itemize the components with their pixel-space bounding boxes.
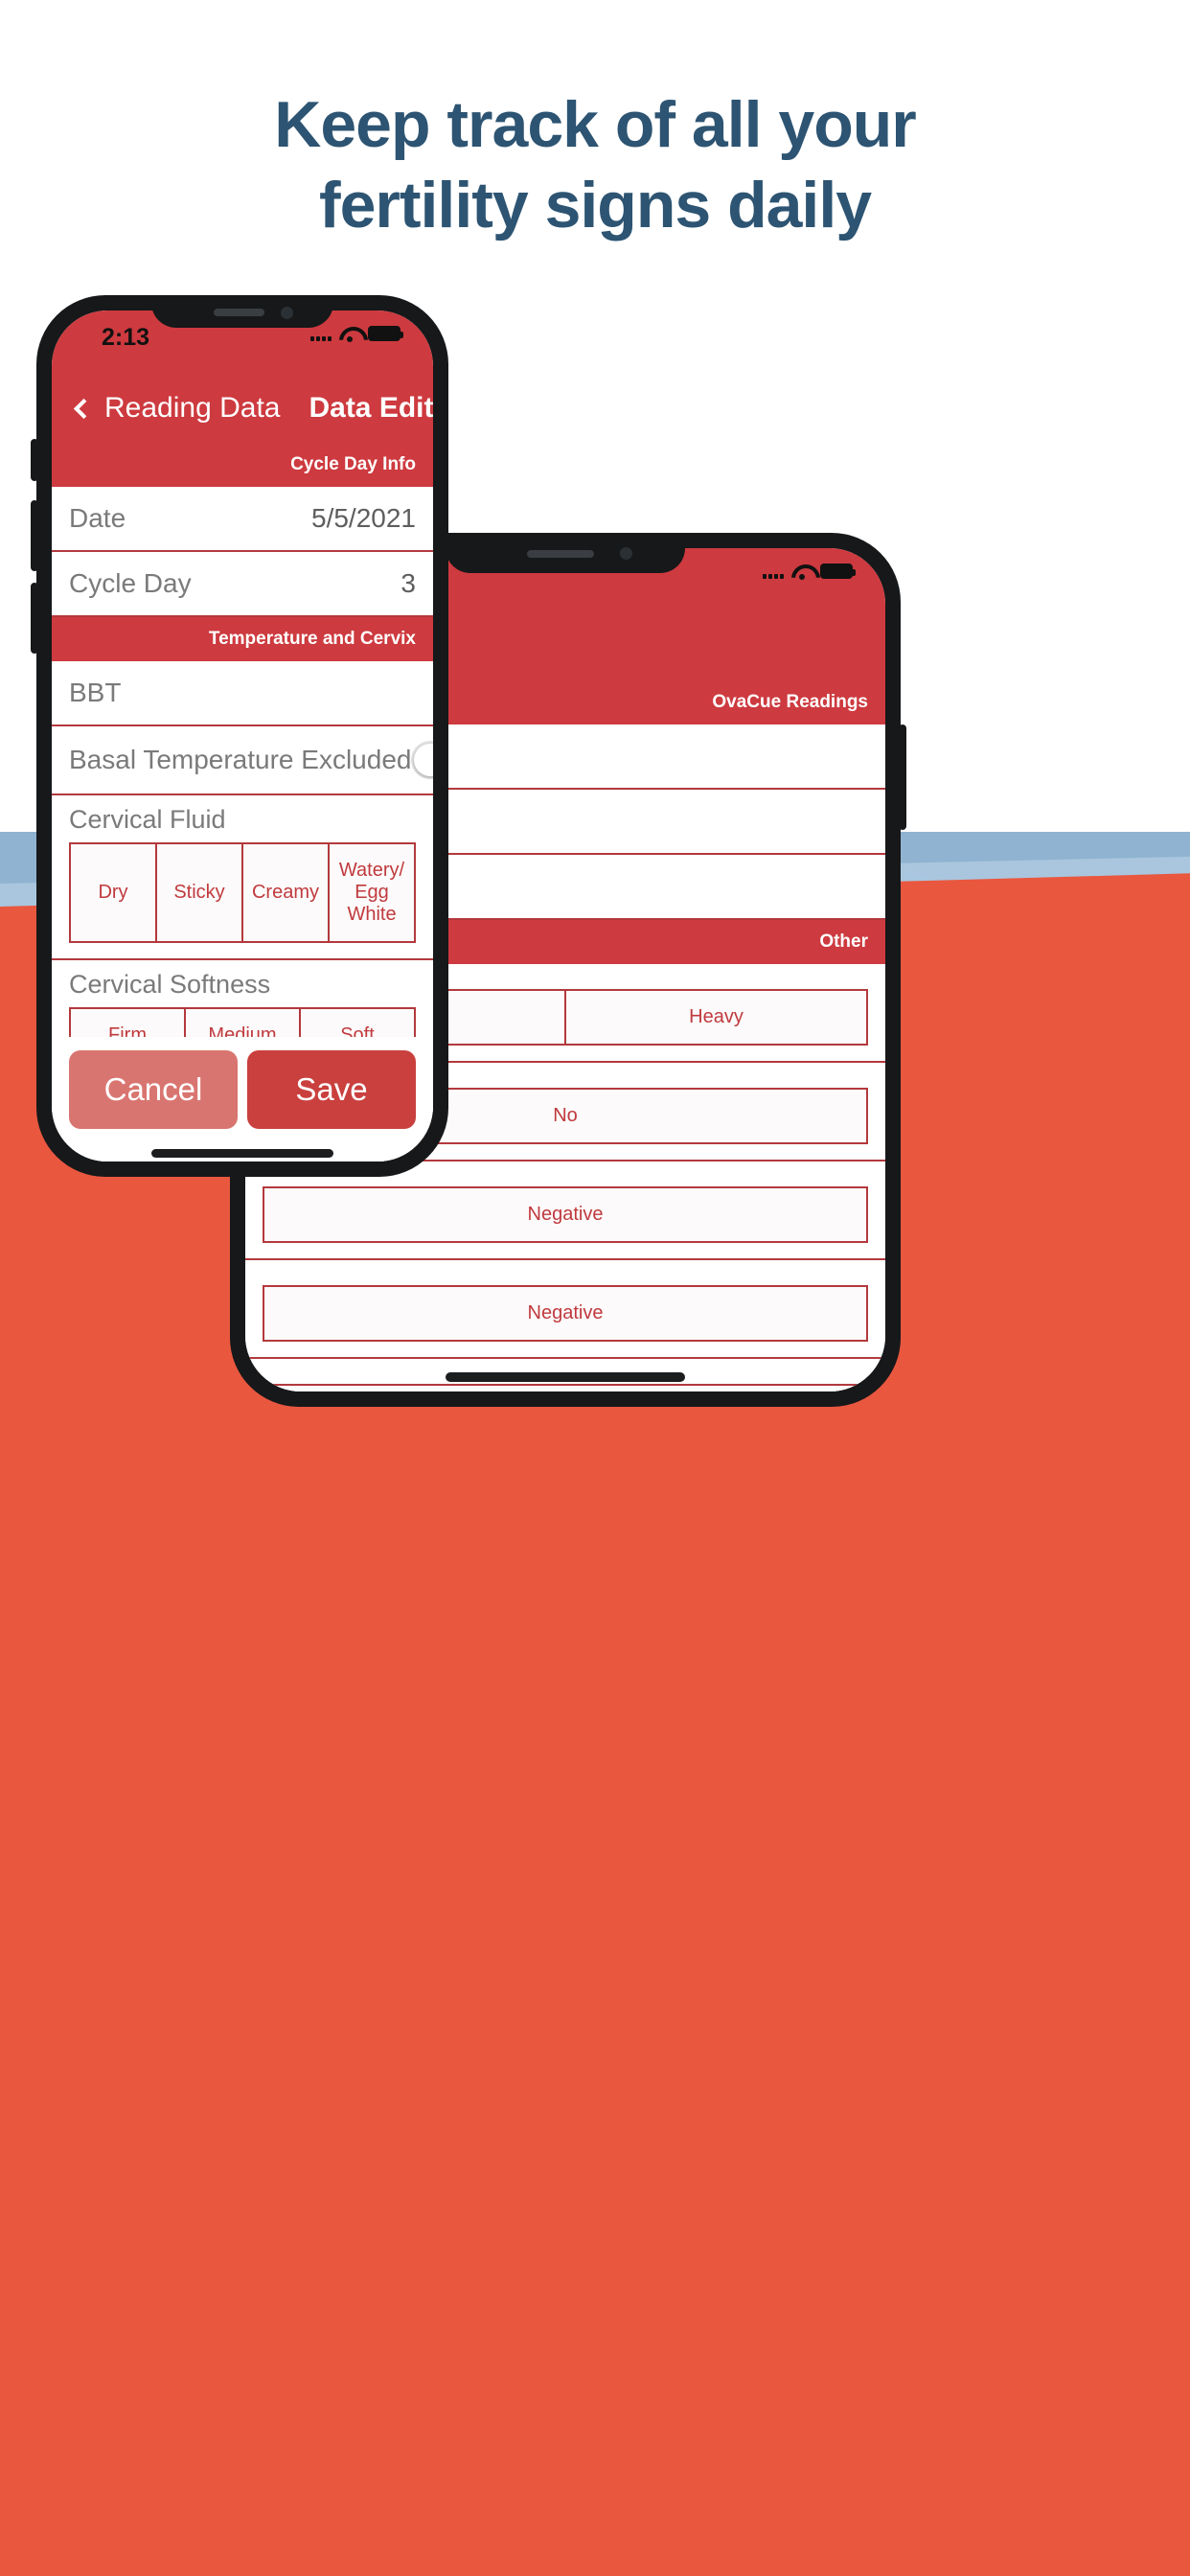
back-phone-home-indicator[interactable] bbox=[446, 1372, 685, 1382]
row-date-label: Date bbox=[69, 503, 126, 533]
back-phone-power-button[interactable] bbox=[899, 724, 906, 830]
headline-line-1: Keep track of all your bbox=[274, 88, 917, 161]
front-phone-home-indicator[interactable] bbox=[151, 1149, 333, 1158]
marketing-screenshot: Keep track of all your fertility signs d… bbox=[0, 0, 1190, 2576]
row-basal-temp-excluded-label: Basal Temperature Excluded bbox=[69, 745, 412, 774]
wifi-icon bbox=[339, 326, 360, 342]
wifi-icon bbox=[791, 564, 812, 580]
front-phone-volume-down[interactable] bbox=[31, 583, 38, 654]
seg-option-dry[interactable]: Dry bbox=[71, 844, 157, 941]
back-segment-3[interactable]: Negative bbox=[263, 1186, 868, 1243]
row-date[interactable]: Date 5/5/2021 bbox=[52, 487, 433, 552]
row-bbt-label: BBT bbox=[69, 678, 122, 707]
front-phone-screen: 2:13 Reading Data Data Edit Cycle Day In… bbox=[52, 310, 433, 1162]
signal-icon bbox=[763, 564, 784, 579]
row-cycle-day-value: 3 bbox=[400, 568, 416, 598]
back-segment-5[interactable]: No bbox=[263, 1384, 868, 1392]
back-group-4: Negative bbox=[245, 1260, 885, 1359]
front-phone-mute-switch[interactable] bbox=[31, 439, 38, 481]
cancel-button[interactable]: Cancel bbox=[69, 1050, 238, 1129]
group-cervical-softness-label: Cervical Softness bbox=[69, 970, 271, 999]
back-button-label[interactable]: Reading Data bbox=[104, 392, 280, 425]
row-basal-temp-excluded[interactable]: Basal Temperature Excluded bbox=[52, 726, 433, 795]
section-header-cycle-day-info: Cycle Day Info bbox=[52, 443, 433, 487]
front-phone-notch bbox=[151, 295, 333, 328]
seg-option-watery-egg-white[interactable]: Watery/ Egg White bbox=[330, 844, 414, 941]
back-seg-option-negative-1[interactable]: Negative bbox=[264, 1188, 866, 1241]
row-date-value: 5/5/2021 bbox=[311, 503, 416, 533]
basal-temp-excluded-toggle[interactable] bbox=[411, 741, 433, 779]
front-phone-volume-up[interactable] bbox=[31, 500, 38, 571]
front-action-bar: Cancel Save bbox=[52, 1037, 433, 1162]
row-cycle-day[interactable]: Cycle Day 3 bbox=[52, 552, 433, 617]
back-phone-camera bbox=[620, 547, 632, 561]
section-header-temperature-cervix: Temperature and Cervix bbox=[52, 617, 433, 661]
front-phone-camera bbox=[281, 307, 294, 320]
front-phone-speaker bbox=[213, 309, 264, 317]
back-seg-option-no-2[interactable]: No bbox=[264, 1386, 866, 1392]
front-nav-bar: Reading Data Data Edit bbox=[52, 374, 433, 443]
row-cycle-day-label: Cycle Day bbox=[69, 568, 192, 598]
back-segment-4[interactable]: Negative bbox=[263, 1285, 868, 1342]
battery-icon bbox=[820, 564, 856, 579]
segment-cervical-fluid[interactable]: Dry Sticky Creamy Watery/ Egg White bbox=[69, 842, 416, 943]
headline-line-2: fertility signs daily bbox=[318, 169, 872, 242]
group-cervical-fluid-label: Cervical Fluid bbox=[69, 805, 226, 834]
row-bbt[interactable]: BBT bbox=[52, 661, 433, 726]
back-status-icons bbox=[763, 564, 856, 580]
back-seg-option-heavy[interactable]: Heavy bbox=[566, 991, 866, 1044]
seg-option-sticky[interactable]: Sticky bbox=[157, 844, 243, 941]
seg-option-creamy[interactable]: Creamy bbox=[243, 844, 330, 941]
battery-icon bbox=[368, 326, 403, 341]
front-status-icons bbox=[310, 326, 403, 342]
front-phone-frame: 2:13 Reading Data Data Edit Cycle Day In… bbox=[31, 295, 448, 1177]
back-phone-notch bbox=[446, 533, 685, 573]
page-title: Keep track of all your fertility signs d… bbox=[0, 92, 1190, 238]
toggle-knob bbox=[414, 744, 433, 776]
back-seg-option-negative-2[interactable]: Negative bbox=[264, 1287, 866, 1340]
group-cervical-fluid: Cervical Fluid Dry Sticky Creamy Watery/… bbox=[52, 795, 433, 960]
front-nav-title: Data Edit bbox=[309, 392, 433, 424]
status-time: 2:13 bbox=[102, 324, 150, 351]
back-phone-speaker bbox=[527, 549, 594, 558]
signal-icon bbox=[310, 326, 332, 341]
chevron-left-icon[interactable] bbox=[73, 398, 95, 419]
save-button[interactable]: Save bbox=[247, 1050, 416, 1129]
